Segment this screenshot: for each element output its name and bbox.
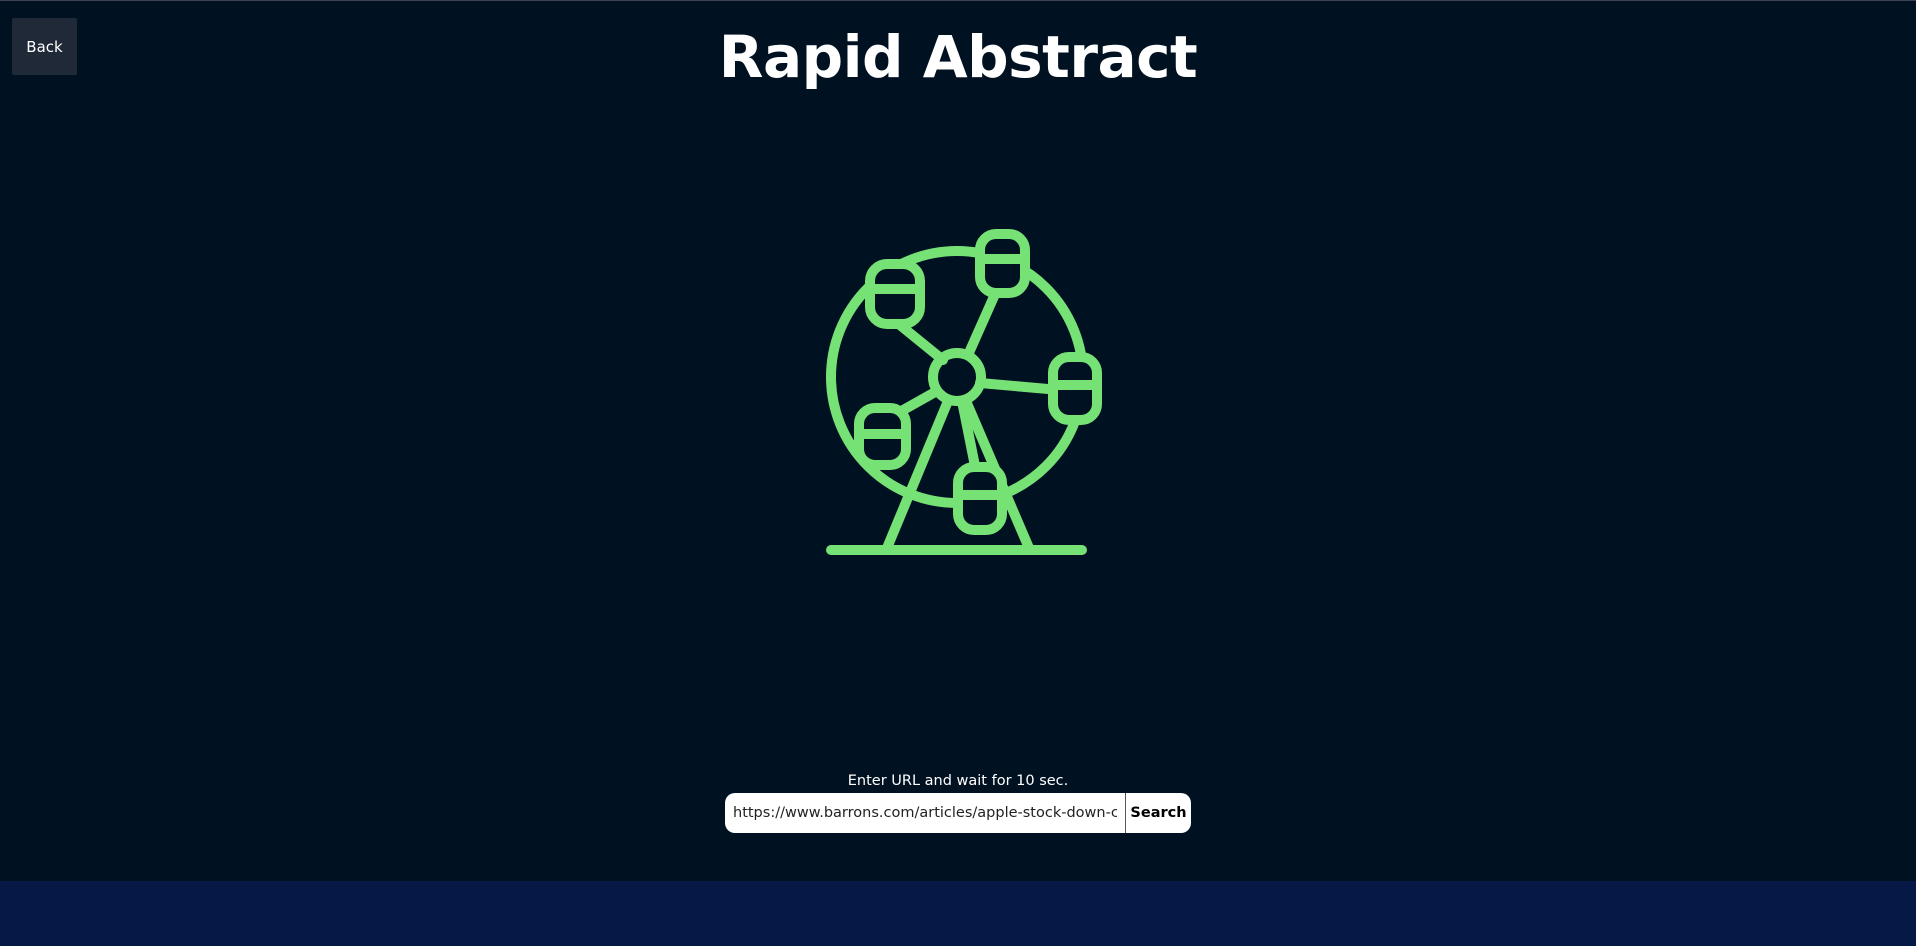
search-hint: Enter URL and wait for 10 sec. [847, 773, 1069, 789]
search-bar: Search [0, 793, 1916, 833]
ferris-wheel-icon [810, 221, 1110, 571]
search-button[interactable]: Search [1125, 793, 1191, 833]
search-area: Enter URL and wait for 10 sec. Search [0, 771, 1916, 833]
footer-bar [0, 881, 1916, 946]
page-title: Rapid Abstract [718, 23, 1198, 91]
app-container: Back Rapid Abstract Enter URL and wait f… [0, 0, 1916, 881]
url-input[interactable] [725, 793, 1125, 833]
